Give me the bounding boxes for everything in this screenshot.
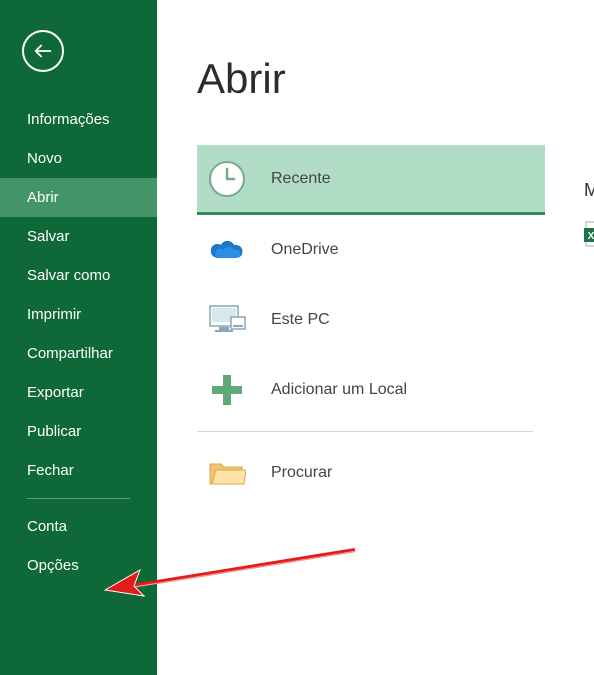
location-divider: [197, 431, 533, 432]
file-icon-edge: X: [584, 220, 594, 250]
sidebar-divider: [27, 498, 130, 499]
location-item-adicionar-local[interactable]: Adicionar um Local: [197, 355, 545, 425]
location-item-estepc[interactable]: Este PC: [197, 285, 545, 355]
sidebar-item-label: Imprimir: [27, 306, 81, 323]
backstage-sidebar: Informações Novo Abrir Salvar Salvar com…: [0, 0, 157, 675]
clock-icon: [207, 159, 247, 199]
back-button[interactable]: [22, 30, 64, 72]
sidebar-item-label: Conta: [27, 518, 67, 535]
location-item-procurar[interactable]: Procurar: [197, 438, 545, 508]
sidebar-item-fechar[interactable]: Fechar: [0, 451, 157, 490]
sidebar-item-label: Opções: [27, 557, 79, 574]
computer-icon: [207, 300, 247, 340]
folder-icon: [207, 453, 247, 493]
location-label: Recente: [271, 170, 331, 188]
svg-text:X: X: [588, 231, 594, 242]
sidebar-item-salvar[interactable]: Salvar: [0, 217, 157, 256]
back-arrow-icon: [32, 40, 54, 62]
location-label: Adicionar um Local: [271, 381, 407, 399]
sidebar-item-label: Compartilhar: [27, 345, 113, 362]
sidebar-item-label: Fechar: [27, 462, 74, 479]
location-label: OneDrive: [271, 241, 339, 259]
sidebar-item-label: Salvar como: [27, 267, 110, 284]
sidebar-item-novo[interactable]: Novo: [0, 139, 157, 178]
sidebar-item-informacoes[interactable]: Informações: [0, 100, 157, 139]
right-cut-label: M: [584, 180, 594, 201]
location-list: Recente OneDrive: [197, 145, 545, 508]
sidebar-item-label: Novo: [27, 150, 62, 167]
main-panel: Abrir Recente OneDrive: [157, 0, 594, 675]
sidebar-item-opcoes[interactable]: Opções: [0, 546, 157, 585]
sidebar-item-conta[interactable]: Conta: [0, 507, 157, 546]
sidebar-item-compartilhar[interactable]: Compartilhar: [0, 334, 157, 373]
page-title: Abrir: [197, 55, 594, 103]
onedrive-icon: [207, 230, 247, 270]
location-item-recente[interactable]: Recente: [197, 145, 545, 215]
sidebar-item-label: Abrir: [27, 189, 59, 206]
sidebar-item-label: Salvar: [27, 228, 70, 245]
sidebar-item-abrir[interactable]: Abrir: [0, 178, 157, 217]
location-label: Este PC: [271, 311, 330, 329]
location-item-onedrive[interactable]: OneDrive: [197, 215, 545, 285]
sidebar-item-label: Informações: [27, 111, 110, 128]
sidebar-item-salvar-como[interactable]: Salvar como: [0, 256, 157, 295]
sidebar-item-publicar[interactable]: Publicar: [0, 412, 157, 451]
sidebar-item-label: Publicar: [27, 423, 81, 440]
plus-icon: [207, 370, 247, 410]
sidebar-item-exportar[interactable]: Exportar: [0, 373, 157, 412]
location-label: Procurar: [271, 464, 332, 482]
sidebar-item-label: Exportar: [27, 384, 84, 401]
sidebar-item-imprimir[interactable]: Imprimir: [0, 295, 157, 334]
